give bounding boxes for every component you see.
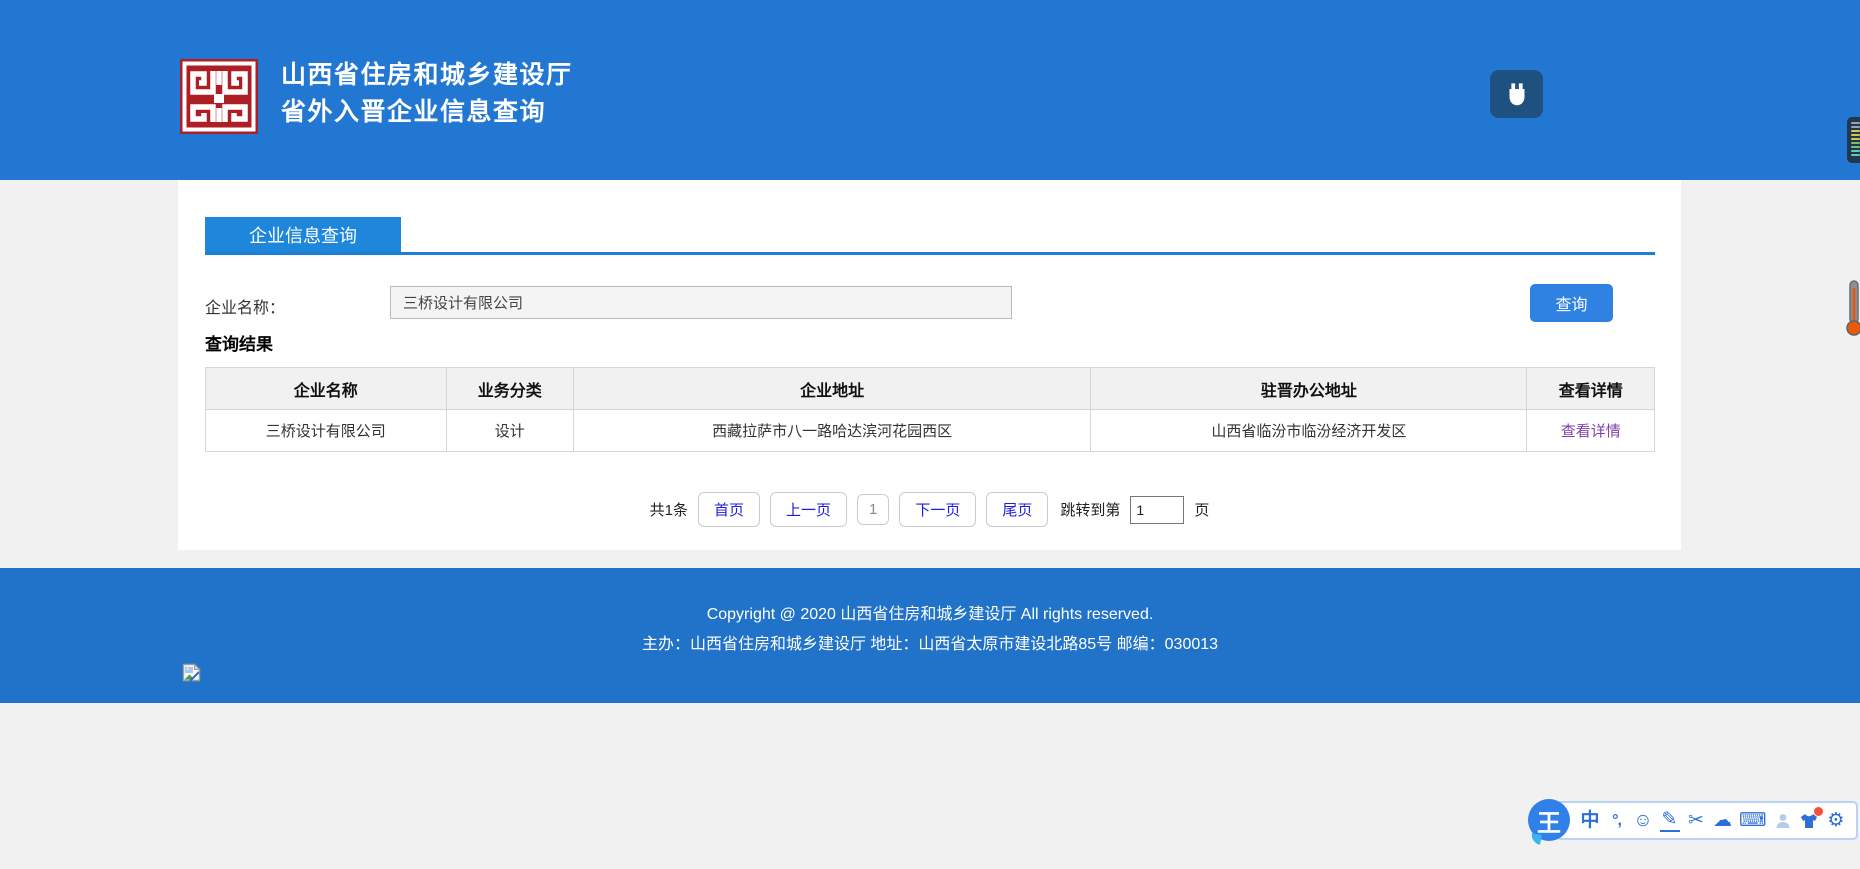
page-unit-label: 页	[1194, 499, 1209, 520]
stripe	[1851, 146, 1860, 148]
shanxi-housing-logo-icon	[180, 59, 258, 134]
query-button[interactable]: 查询	[1530, 284, 1613, 322]
site-title-line1: 山西省住房和城乡建设厅	[281, 57, 573, 94]
handwriting-pencil-icon[interactable]: ✎	[1660, 810, 1680, 832]
ime-logo-glyph: 王	[1537, 803, 1561, 838]
notification-dot	[1814, 807, 1823, 816]
col-header-business-category: 业务分类	[446, 368, 574, 410]
tab-label: 企业信息查询	[249, 222, 357, 248]
last-page-button[interactable]: 尾页	[986, 492, 1048, 527]
cell-office-address: 山西省临汾市临汾经济开发区	[1091, 410, 1527, 452]
tab-underline	[205, 252, 1655, 255]
total-count: 共1条	[650, 499, 688, 520]
stripe	[1851, 150, 1860, 152]
page: { "header": { "title_line1": "山西省住房和城乡建设…	[0, 0, 1860, 869]
stripe	[1851, 142, 1860, 144]
site-title: 山西省住房和城乡建设厅 省外入晋企业信息查询	[281, 57, 573, 131]
table-row: 三桥设计有限公司 设计 西藏拉萨市八一路哈达滨河花园西区 山西省临汾市临汾经济开…	[206, 410, 1655, 452]
current-page-indicator: 1	[857, 494, 889, 525]
stripe	[1851, 130, 1860, 132]
emoji-icon[interactable]: ☺	[1633, 811, 1653, 830]
site-title-line2: 省外入晋企业信息查询	[281, 94, 573, 131]
next-page-button[interactable]: 下一页	[899, 492, 976, 527]
page-footer: Copyright @ 2020 山西省住房和城乡建设厅 All rights …	[0, 568, 1860, 703]
company-name-input[interactable]	[390, 286, 1012, 319]
ime-logo-bubble[interactable]: 王	[1528, 799, 1570, 841]
ime-toolbar-box: 中 °, ☺ ✎ ✂ ☁ ⌨ ⚙	[1556, 801, 1858, 840]
ime-toolbar: 中 °, ☺ ✎ ✂ ☁ ⌨ ⚙ 王	[1528, 799, 1858, 842]
col-header-view-details: 查看详情	[1527, 368, 1655, 410]
view-details-link[interactable]: 查看详情	[1561, 423, 1621, 440]
punctuation-mode-icon[interactable]: °,	[1607, 813, 1627, 829]
pagination: 共1条 首页 上一页 1 下一页 尾页 跳转到第 页	[178, 492, 1681, 527]
col-header-office-address: 驻晋办公地址	[1091, 368, 1527, 410]
page-header: 山西省住房和城乡建设厅 省外入晋企业信息查询	[0, 0, 1860, 180]
cell-company-name: 三桥设计有限公司	[206, 410, 447, 452]
jump-page-input[interactable]	[1130, 496, 1184, 524]
jump-to-page-label: 跳转到第	[1060, 499, 1120, 520]
organizer-address-text: 主办：山西省住房和城乡建设厅 地址：山西省太原市建设北路85号 邮编：03001…	[0, 630, 1860, 654]
cell-company-address: 西藏拉萨市八一路哈达滨河花园西区	[574, 410, 1091, 452]
first-page-button[interactable]: 首页	[698, 492, 760, 527]
stripe	[1851, 134, 1860, 136]
account-person-icon[interactable]	[1773, 812, 1793, 830]
col-header-company-address: 企业地址	[574, 368, 1091, 410]
cell-business-category: 设计	[446, 410, 574, 452]
browser-extension-handle[interactable]	[1847, 117, 1860, 163]
broken-image-icon	[182, 663, 201, 682]
plug-icon	[1502, 79, 1532, 109]
stripe	[1851, 154, 1860, 156]
thermometer-widget-icon[interactable]	[1846, 280, 1860, 337]
main-panel: 企业信息查询 企业名称： 查询 查询结果 企业名称 业务分类 企业地址 驻晋办公…	[178, 180, 1681, 550]
skin-tshirt-icon[interactable]	[1799, 812, 1819, 830]
virtual-keyboard-icon[interactable]: ⌨	[1739, 811, 1766, 830]
col-header-company-name: 企业名称	[206, 368, 447, 410]
tab-enterprise-info-query[interactable]: 企业信息查询	[205, 217, 401, 252]
copyright-text: Copyright @ 2020 山西省住房和城乡建设厅 All rights …	[0, 600, 1860, 624]
cloud-sync-icon[interactable]: ☁	[1713, 811, 1733, 830]
stripe	[1851, 126, 1860, 128]
prev-page-button[interactable]: 上一页	[770, 492, 847, 527]
results-table-wrap: 企业名称 业务分类 企业地址 驻晋办公地址 查看详情 三桥设计有限公司 设计 西…	[205, 367, 1655, 452]
results-heading: 查询结果	[205, 330, 273, 355]
stripe	[1851, 122, 1860, 124]
settings-gear-icon[interactable]: ⚙	[1826, 811, 1846, 830]
company-name-label: 企业名称：	[205, 294, 285, 318]
chinese-mode-icon[interactable]: 中	[1580, 811, 1600, 830]
stripe	[1851, 138, 1860, 140]
results-table: 企业名称 业务分类 企业地址 驻晋办公地址 查看详情 三桥设计有限公司 设计 西…	[205, 367, 1655, 452]
table-header-row: 企业名称 业务分类 企业地址 驻晋办公地址 查看详情	[206, 368, 1655, 410]
screenshot-scissors-icon[interactable]: ✂	[1686, 811, 1706, 830]
plugin-button[interactable]	[1490, 70, 1543, 118]
